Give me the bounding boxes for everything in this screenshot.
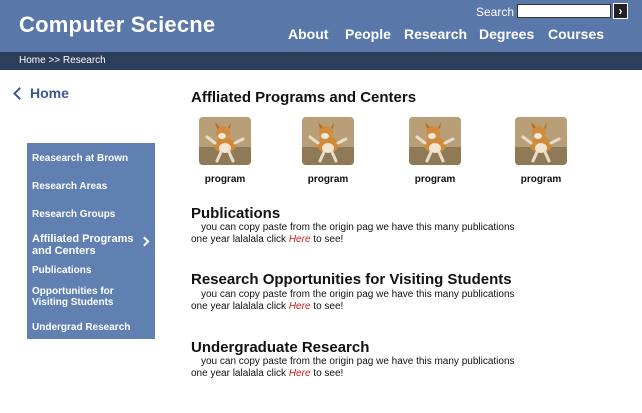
search-button[interactable]: ›	[613, 3, 628, 19]
section-text-line: one year lalalala click Here to see!	[191, 368, 571, 380]
section-text-line: one year lalalala click Here to see!	[191, 301, 571, 313]
back-home-link[interactable]: Home	[12, 85, 69, 101]
section-text: to see!	[310, 301, 344, 312]
section-text: you can copy paste from the origin pag w…	[201, 356, 515, 367]
search-label: Search	[476, 5, 515, 19]
sidebar-item-label: Affiliated Programs	[32, 233, 134, 245]
sidebar-item-research-groups[interactable]: Research Groups	[32, 209, 115, 220]
here-link[interactable]: Here	[289, 234, 311, 245]
chevron-left-icon	[13, 86, 26, 100]
dog-photo-icon	[409, 117, 461, 165]
sidebar-item-research-areas[interactable]: Research Areas	[32, 181, 107, 192]
program-label: program	[307, 174, 349, 185]
breadcrumb[interactable]: Home >> Research	[19, 55, 106, 66]
section-text: you can copy paste from the origin pag w…	[201, 222, 515, 233]
sidebar-item-undergrad-research[interactable]: Undergrad Research	[32, 322, 130, 333]
publications-body: you can copy paste from the origin pag w…	[191, 222, 571, 246]
sidebar-item-research-at-brown[interactable]: Reasearch at Brown	[32, 153, 128, 164]
nav-courses[interactable]: Courses	[548, 26, 604, 42]
site-header: Computer Sciecne Search › About People R…	[0, 0, 642, 52]
sidebar-item-label: Opportunities for	[32, 286, 114, 297]
section-text: one year lalalala click	[191, 234, 289, 245]
section-text-line: one year lalalala click Here to see!	[191, 234, 571, 246]
dog-photo-icon	[199, 117, 251, 165]
nav-about[interactable]: About	[288, 26, 328, 42]
section-text: to see!	[310, 234, 344, 245]
sidebar-item-label: and Centers	[32, 245, 96, 257]
here-link[interactable]: Here	[289, 368, 311, 379]
section-text: one year lalalala click	[191, 301, 289, 312]
sidebar-nav: Reasearch at Brown Research Areas Resear…	[27, 143, 155, 339]
affiliated-title: Affliated Programs and Centers	[191, 89, 417, 106]
program-label: program	[414, 174, 456, 185]
program-card[interactable]: program	[511, 117, 571, 185]
sidebar-item-opportunities[interactable]: Opportunities for Visiting Students	[32, 286, 114, 308]
nav-people[interactable]: People	[345, 26, 391, 42]
sidebar-item-publications[interactable]: Publications	[32, 265, 91, 276]
section-text: you can copy paste from the origin pag w…	[201, 289, 515, 300]
publications-title: Publications	[191, 205, 281, 222]
search-input[interactable]	[517, 4, 611, 18]
site-title[interactable]: Computer Sciecne	[19, 12, 215, 38]
nav-research[interactable]: Research	[404, 26, 467, 42]
back-home-label: Home	[30, 85, 69, 101]
program-card[interactable]: program	[405, 117, 465, 185]
nav-degrees[interactable]: Degrees	[479, 26, 534, 42]
dog-photo-icon	[302, 117, 354, 165]
visiting-students-title: Research Opportunities for Visiting Stud…	[191, 271, 512, 288]
chevron-right-icon: ›	[618, 4, 623, 18]
program-label: program	[520, 174, 562, 185]
section-text: to see!	[310, 368, 344, 379]
section-text: one year lalalala click	[191, 368, 289, 379]
program-card[interactable]: program	[195, 117, 255, 185]
sidebar-item-affiliated-programs[interactable]: Affiliated Programs and Centers	[32, 233, 133, 257]
sidebar-item-label: Visiting Students	[32, 297, 114, 308]
dog-photo-icon	[515, 117, 567, 165]
undergraduate-research-title: Undergraduate Research	[191, 339, 370, 356]
visiting-students-body: you can copy paste from the origin pag w…	[191, 289, 571, 313]
program-label: program	[204, 174, 246, 185]
breadcrumb-bar: Home >> Research	[0, 52, 642, 70]
undergraduate-research-body: you can copy paste from the origin pag w…	[191, 356, 571, 380]
here-link[interactable]: Here	[289, 301, 311, 312]
program-card[interactable]: program	[298, 117, 358, 185]
